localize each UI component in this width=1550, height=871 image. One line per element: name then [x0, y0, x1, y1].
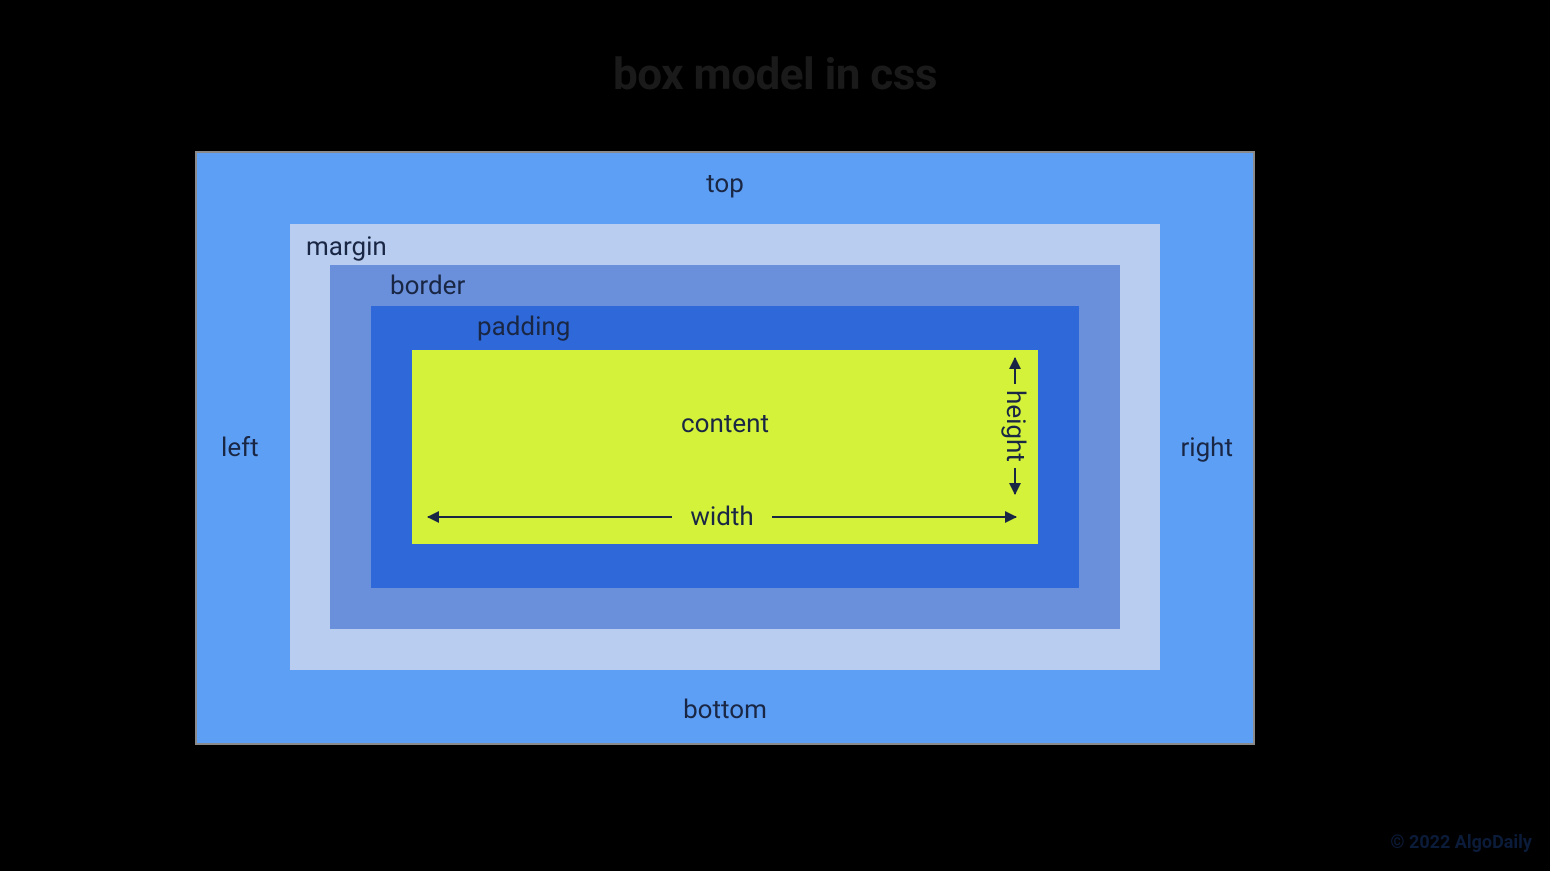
- width-label: width: [684, 502, 759, 532]
- border-label: border: [390, 271, 465, 301]
- content-label: content: [681, 409, 769, 439]
- border-layer: border padding content height width: [330, 265, 1120, 629]
- arrow-down-icon: [1014, 468, 1016, 494]
- height-indicator: height: [998, 358, 1032, 494]
- margin-label: margin: [306, 232, 387, 262]
- credit-text: © 2022 AlgoDaily: [1390, 832, 1532, 853]
- arrow-right-icon: [772, 516, 1016, 518]
- height-label: height: [1000, 388, 1030, 464]
- box-model-frame: top left right bottom margin border padd…: [195, 151, 1255, 745]
- diagram-title: box model in css: [0, 0, 1550, 112]
- arrow-up-icon: [1014, 358, 1016, 384]
- arrow-left-icon: [428, 516, 672, 518]
- padding-label: padding: [477, 312, 570, 342]
- side-label-bottom: bottom: [197, 695, 1253, 725]
- margin-layer: margin border padding content height: [290, 224, 1160, 670]
- padding-layer: padding content height width: [371, 306, 1079, 588]
- outer-layer: top left right bottom margin border padd…: [197, 153, 1253, 743]
- side-label-right: right: [1180, 433, 1233, 463]
- side-label-top: top: [197, 169, 1253, 199]
- side-label-left: left: [221, 433, 259, 463]
- content-layer: content height width: [412, 350, 1038, 544]
- width-indicator: width: [428, 502, 1016, 532]
